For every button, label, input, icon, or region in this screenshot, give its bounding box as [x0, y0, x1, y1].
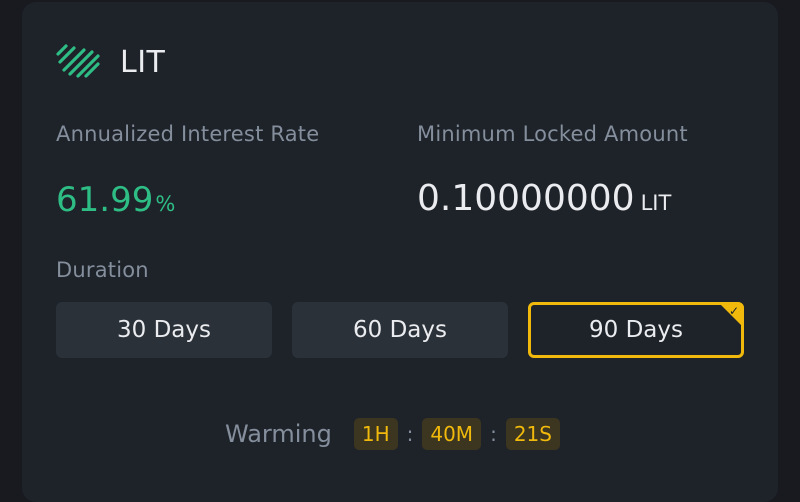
- countdown-separator: :: [490, 422, 497, 446]
- duration-90-days-button[interactable]: 90 Days ✓: [528, 302, 744, 358]
- min-amount-number: 0.10000000: [417, 178, 635, 219]
- min-locked-value: 0.10000000 LIT: [417, 178, 671, 219]
- duration-options: 30 Days 60 Days 90 Days ✓: [56, 302, 744, 358]
- coin-name: LIT: [120, 44, 166, 80]
- duration-option-label: 90 Days: [589, 317, 683, 343]
- countdown-separator: :: [406, 422, 414, 446]
- duration-option-label: 30 Days: [117, 317, 211, 343]
- countdown-minutes: 40M: [422, 418, 482, 450]
- duration-60-days-button[interactable]: 60 Days: [292, 302, 508, 358]
- countdown-seconds: 21S: [505, 418, 560, 450]
- warming-label: Warming: [225, 420, 332, 448]
- interest-rate-value: 61.99%: [56, 180, 175, 220]
- coin-header: LIT: [56, 40, 165, 84]
- min-amount-unit: LIT: [640, 191, 672, 215]
- litentry-logo-icon: [56, 44, 100, 78]
- rate-number: 61.99: [56, 180, 154, 220]
- duration-option-label: 60 Days: [353, 317, 447, 343]
- duration-label: Duration: [56, 258, 149, 282]
- duration-30-days-button[interactable]: 30 Days: [56, 302, 272, 358]
- min-amount-label: Minimum Locked Amount: [417, 122, 688, 146]
- rate-unit: %: [155, 192, 176, 216]
- rate-label: Annualized Interest Rate: [56, 122, 320, 146]
- warming-countdown: Warming 1H : 40M : 21S: [225, 417, 560, 451]
- countdown-hours: 1H: [353, 418, 398, 450]
- check-icon: ✓: [728, 304, 739, 318]
